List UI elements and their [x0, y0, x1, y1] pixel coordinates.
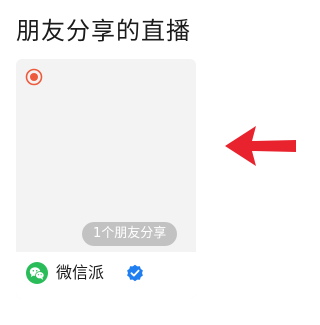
- arrow-left-icon: [222, 124, 296, 168]
- section-title: 朋友分享的直播: [16, 17, 191, 45]
- live-record-icon: [25, 68, 43, 86]
- author-bar[interactable]: 微信派: [16, 252, 196, 299]
- share-count-badge: 1个朋友分享: [82, 222, 178, 246]
- live-stream-card[interactable]: 1个朋友分享 微信派: [16, 59, 196, 299]
- wechat-logo-icon: [26, 262, 48, 284]
- verified-badge-icon: [126, 264, 144, 282]
- author-name: 微信派: [56, 263, 105, 282]
